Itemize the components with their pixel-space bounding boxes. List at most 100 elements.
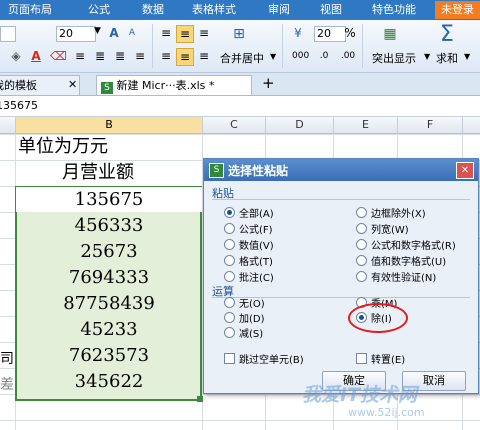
column-header-c[interactable]: C [203,117,266,133]
value-cell[interactable]: 45233 [16,317,202,342]
value-cell[interactable]: 345622 [16,369,202,394]
column-header-a-partial[interactable] [0,117,16,133]
align-text-right-icon[interactable]: ≡ [196,48,212,64]
paste-option-values-numbers[interactable]: 值和数字格式(U) [356,253,446,268]
dialog-close-button[interactable]: ✕ [456,162,474,179]
paste-option-formulas-numbers[interactable]: 公式和数字格式(R) [356,237,456,252]
paste-option-comments[interactable]: 批注(C) [224,269,274,284]
value-cell[interactable]: 25673 [16,239,202,264]
font-shrink-icon[interactable]: A [124,25,140,41]
menu-special-features[interactable]: 特色功能 [372,0,416,20]
dialog-title-bar[interactable]: S 选择性粘贴 ✕ [204,159,478,181]
partial-cell-text: 司 [0,351,14,367]
indent-icon[interactable]: ≣ [92,48,108,64]
chevron-down-icon[interactable]: ▼ [424,52,430,61]
header-cell[interactable]: 月营业额 [62,160,134,185]
value-cell[interactable]: 7694333 [16,265,202,290]
paste-option-formulas[interactable]: 公式(F) [224,221,273,236]
value-cell[interactable]: 135675 [16,187,202,212]
value-cell[interactable]: 87758439 [16,291,202,316]
annotation-circle [348,303,408,333]
sum-button[interactable]: 求和 [436,50,458,66]
radio-icon [356,207,367,218]
menu-formulas[interactable]: 公式 [88,0,110,20]
radio-icon [224,271,235,282]
fill-color-icon[interactable]: ◈ [8,48,24,64]
align-top-icon[interactable]: ≡ [158,25,174,41]
app-icon: S [209,163,224,178]
toolbar-separator [362,24,363,68]
number-format-icon[interactable]: ¥ [290,25,306,41]
radio-icon [356,255,367,266]
fill-handle[interactable] [197,396,203,402]
chevron-down-icon[interactable]: ▼ [464,52,470,61]
font-color-icon[interactable]: A [28,48,44,64]
login-button[interactable]: 未登录 [435,1,480,19]
menu-table-style[interactable]: 表格样式 [192,0,236,20]
conditional-highlight-button[interactable]: 突出显示 [372,50,416,66]
align-middle-icon[interactable]: ≡ [176,25,194,43]
chevron-down-icon[interactable]: ▼ [270,52,276,61]
column-header-f[interactable]: F [398,117,463,133]
paste-option-validation[interactable]: 有效性验证(N) [356,269,436,284]
paste-option-formats[interactable]: 格式(T) [224,253,273,268]
watermark-text: 我爱IT技术网 [302,384,418,406]
partial-cell-text: 差 [0,377,14,393]
add-tab-button[interactable]: + [262,75,275,94]
toolbar-separator [152,24,153,68]
paste-option-values[interactable]: 数值(V) [224,237,274,252]
radio-selected-icon [224,207,235,218]
menu-view[interactable]: 视图 [320,0,342,20]
decrease-decimal-icon[interactable]: .00 [340,48,356,64]
merge-center-button[interactable]: 合并居中 [220,50,264,66]
sum-icon[interactable]: Σ [440,22,454,47]
column-header-d[interactable]: D [266,117,334,133]
operation-none[interactable]: 无(O) [224,295,265,310]
radio-icon [224,297,235,308]
title-cell[interactable]: 单位为万元 [18,134,108,159]
value-cell[interactable]: 7623573 [16,343,202,368]
operation-add[interactable]: 加(D) [224,310,265,325]
align-bottom-icon[interactable]: ≡ [196,25,212,41]
align-text-left-icon[interactable]: ≡ [158,48,174,64]
column-header-b[interactable]: B [16,117,203,133]
font-name-dropdown-edge[interactable] [0,26,16,42]
close-icon[interactable]: ✕ [68,75,77,94]
menu-page-layout[interactable]: 页面布局 [8,0,52,20]
menu-bar: 页面布局 公式 数据 表格样式 审阅 视图 特色功能 未登录 [0,0,480,20]
percent-icon[interactable]: % [342,25,358,41]
paste-option-column-widths[interactable]: 列宽(W) [356,221,409,236]
dialog-title: 选择性粘贴 [228,164,289,178]
increase-decimal-icon[interactable]: .0 [316,48,332,64]
watermark-logo: 我爱IT技术网 www.52ij.com [262,380,472,430]
menu-review[interactable]: 审阅 [268,0,290,20]
operation-subtract[interactable]: 减(S) [224,325,263,340]
highlight-icon[interactable]: ▦ [380,26,400,42]
checkbox-icon [356,353,367,364]
clear-format-icon[interactable]: ⌫ [50,48,67,64]
outdent-icon[interactable]: ≣ [112,48,128,64]
column-headers: B C D E F [0,117,480,134]
merge-cells-icon[interactable]: ⊞ [228,26,250,42]
font-grow-icon[interactable]: A [106,25,122,41]
wrap-icon[interactable]: ≡ [132,48,148,64]
formula-value[interactable]: 135675 [0,99,38,112]
font-size-input[interactable]: 20 [56,26,96,42]
transpose-checkbox[interactable]: 转置(E) [356,351,405,366]
thousands-icon[interactable]: 000 [292,48,309,64]
align-center-icon[interactable]: ≡ [176,48,194,66]
paste-option-except-borders[interactable]: 边框除外(X) [356,205,426,220]
align-left-icon[interactable]: ≡ [72,48,88,64]
spreadsheet-file-icon: S [101,82,113,94]
radio-icon [356,271,367,282]
menu-data[interactable]: 数据 [142,0,164,20]
skip-blanks-checkbox[interactable]: 跳过空单元(B) [224,351,304,366]
radio-icon [224,255,235,266]
tab-spreadsheet-file[interactable]: S 新建 Micr···表.xls * [96,75,252,95]
radio-icon [224,312,235,323]
value-cell[interactable]: 456333 [16,213,202,238]
chevron-down-icon[interactable]: ▼ [94,26,101,36]
paste-option-all[interactable]: 全部(A) [224,205,274,220]
watermark-url: www.52ij.com [348,406,425,419]
column-header-e[interactable]: E [334,117,398,133]
